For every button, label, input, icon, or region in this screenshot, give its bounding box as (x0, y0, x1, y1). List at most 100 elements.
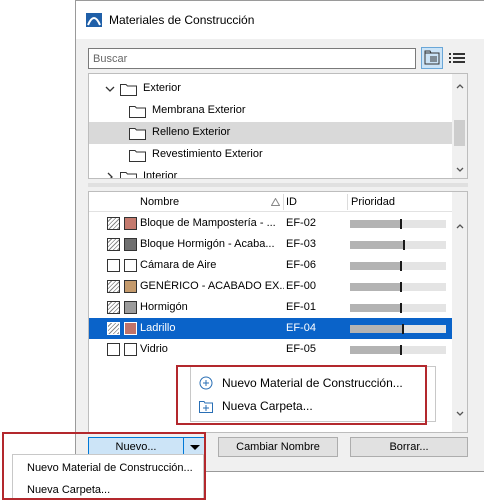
sort-ascending-icon (271, 198, 280, 206)
tree-item-label: Membrana Exterior (152, 104, 246, 116)
priority-marker[interactable] (399, 345, 402, 355)
delete-button[interactable]: Borrar... (350, 437, 468, 457)
priority-fill (350, 241, 403, 249)
surface-color-swatch (124, 301, 137, 314)
priority-bar[interactable] (350, 303, 446, 313)
fill-pattern-swatch (107, 238, 120, 251)
surface-color-swatch (124, 343, 137, 356)
title-bar: Materiales de Construcción (76, 1, 484, 39)
priority-fill (350, 262, 400, 270)
table-row[interactable]: Ladrillo EF-04 (89, 318, 452, 339)
material-id: EF-05 (286, 343, 316, 355)
material-id: EF-06 (286, 259, 316, 271)
material-name: Vidrio (140, 343, 168, 355)
material-name: Hormigón (140, 301, 188, 313)
table-row[interactable]: Bloque de Mampostería - ... EF-02 (89, 213, 452, 234)
material-name: Cámara de Aire (140, 259, 217, 271)
search-input[interactable] (88, 48, 416, 69)
material-name: GENÉRICO - ACABADO EX... (140, 280, 284, 292)
scroll-up-icon[interactable] (454, 220, 466, 232)
scroll-down-icon[interactable] (454, 164, 466, 176)
column-separator[interactable] (283, 194, 284, 210)
chevron-right-icon[interactable] (104, 171, 116, 179)
list-view-button[interactable] (446, 47, 468, 69)
priority-bar[interactable] (350, 345, 446, 355)
column-separator[interactable] (347, 194, 348, 210)
folder-icon (120, 172, 137, 178)
material-id: EF-01 (286, 301, 316, 313)
scroll-thumb[interactable] (454, 120, 465, 146)
priority-marker[interactable] (401, 324, 404, 334)
folder-icon (120, 84, 137, 96)
table-row[interactable]: Hormigón EF-01 (89, 297, 452, 318)
tree-item-revestimiento-exterior[interactable]: Revestimiento Exterior (89, 144, 452, 166)
tree-item-exterior[interactable]: Exterior (89, 78, 452, 100)
fill-pattern-swatch (107, 217, 120, 230)
material-id: EF-03 (286, 238, 316, 250)
material-name: Ladrillo (140, 322, 176, 334)
panel-splitter[interactable] (88, 183, 468, 187)
material-id: EF-02 (286, 217, 316, 229)
priority-bar[interactable] (350, 261, 446, 271)
scroll-down-icon[interactable] (454, 408, 466, 420)
priority-marker[interactable] (399, 219, 402, 229)
table-row[interactable]: GENÉRICO - ACABADO EX... EF-00 (89, 276, 452, 297)
surface-color-swatch (124, 259, 137, 272)
folder-icon (129, 150, 146, 162)
table-row[interactable]: Vidrio EF-05 (89, 339, 452, 360)
materials-dialog: Materiales de Construcción Exterior (75, 0, 484, 472)
fill-pattern-swatch (107, 343, 120, 356)
tree-item-membrana-exterior[interactable]: Membrana Exterior (89, 100, 452, 122)
surface-color-swatch (124, 217, 137, 230)
priority-marker[interactable] (399, 303, 402, 313)
list-icon (449, 53, 465, 63)
surface-color-swatch (124, 280, 137, 293)
fill-pattern-swatch (107, 301, 120, 314)
priority-fill (350, 346, 400, 354)
tree-item-interior[interactable]: Interior (89, 166, 452, 179)
priority-marker[interactable] (402, 240, 405, 250)
column-header-id[interactable]: ID (286, 196, 297, 208)
tree-view-button[interactable] (421, 47, 443, 69)
scroll-up-icon[interactable] (454, 80, 466, 92)
material-name: Bloque Hormigón - Acaba... (140, 238, 275, 250)
category-tree: Exterior Membrana Exterior Relleno Exter… (88, 73, 468, 179)
tree-item-label: Relleno Exterior (152, 126, 231, 138)
folder-icon (129, 106, 146, 118)
priority-marker[interactable] (399, 282, 402, 292)
priority-fill (350, 220, 400, 228)
fill-pattern-swatch (107, 259, 120, 272)
tree-item-label: Exterior (143, 82, 181, 94)
priority-fill (350, 304, 400, 312)
priority-fill (350, 283, 400, 291)
chevron-down-icon[interactable] (104, 83, 116, 95)
table-row[interactable]: Cámara de Aire EF-06 (89, 255, 452, 276)
list-header: Nombre ID Prioridad (89, 192, 452, 212)
material-id: EF-04 (286, 322, 316, 334)
column-header-name[interactable]: Nombre (140, 196, 179, 208)
surface-color-swatch (124, 322, 137, 335)
priority-bar[interactable] (350, 282, 446, 292)
table-row[interactable]: Bloque Hormigón - Acaba... EF-03 (89, 234, 452, 255)
window-title: Materiales de Construcción (109, 13, 255, 27)
priority-bar[interactable] (350, 219, 446, 229)
material-name: Bloque de Mampostería - ... (140, 217, 276, 229)
highlight-box (176, 365, 427, 425)
priority-marker[interactable] (399, 261, 402, 271)
tree-item-label: Revestimiento Exterior (152, 148, 263, 160)
tree-scrollbar[interactable] (452, 74, 467, 178)
list-scrollbar[interactable] (452, 192, 467, 432)
surface-color-swatch (124, 238, 137, 251)
tree-item-relleno-exterior[interactable]: Relleno Exterior (89, 122, 452, 144)
highlight-box (2, 432, 206, 500)
rename-button[interactable]: Cambiar Nombre (218, 437, 338, 457)
column-header-priority[interactable]: Prioridad (351, 196, 395, 208)
material-id: EF-00 (286, 280, 316, 292)
fill-pattern-swatch (107, 322, 120, 335)
priority-bar[interactable] (350, 240, 446, 250)
folder-tree-icon (424, 50, 440, 65)
fill-pattern-swatch (107, 280, 120, 293)
priority-bar[interactable] (350, 324, 446, 334)
priority-fill (350, 325, 402, 333)
folder-icon (129, 128, 146, 140)
